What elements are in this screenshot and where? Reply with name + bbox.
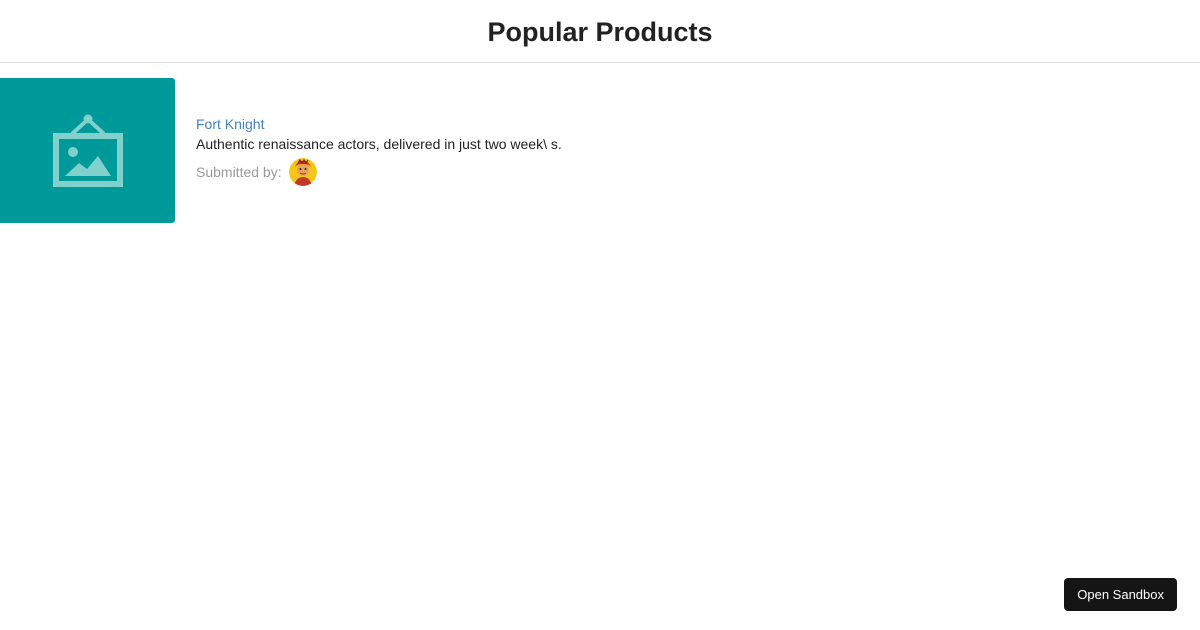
image-placeholder-icon [52, 114, 123, 187]
open-sandbox-button[interactable]: Open Sandbox [1064, 578, 1177, 611]
product-thumbnail [0, 78, 175, 223]
product-name-link[interactable]: Fort Knight [196, 116, 562, 132]
page-title: Popular Products [487, 16, 713, 47]
submitted-by-label: Submitted by: [196, 164, 282, 180]
header: Popular Products [0, 0, 1200, 63]
page: Popular Products Fort Knight Authentic r… [0, 0, 1200, 630]
product-description: Authentic renaissance actors, delivered … [196, 136, 562, 152]
submitted-by: Submitted by: [196, 158, 562, 186]
avatar-icon[interactable] [288, 158, 317, 186]
product-item: Fort Knight Authentic renaissance actors… [0, 78, 562, 223]
product-content: Fort Knight Authentic renaissance actors… [196, 78, 562, 186]
